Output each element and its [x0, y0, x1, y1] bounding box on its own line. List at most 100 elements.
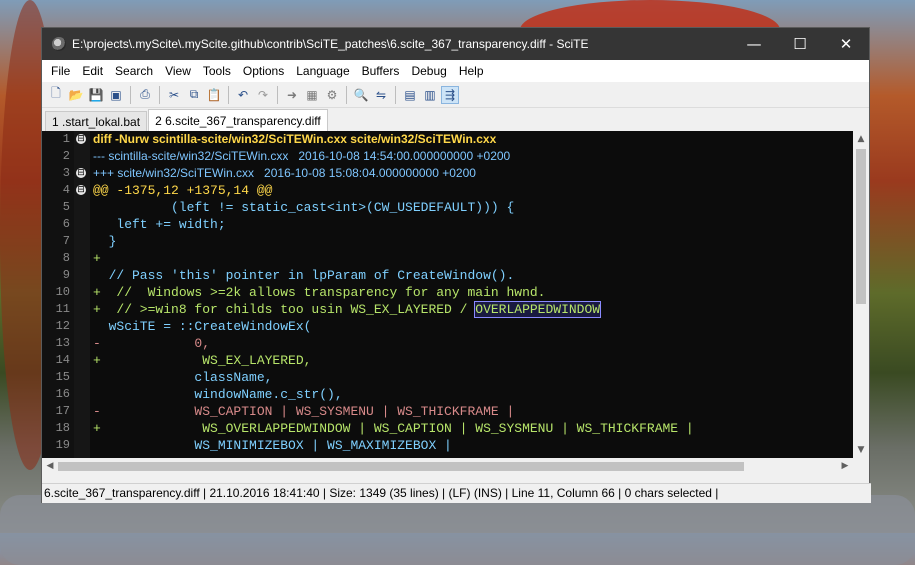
open-file-icon[interactable]: 📂 [67, 86, 85, 104]
code-text: - 0, [93, 335, 210, 352]
replace-icon[interactable]: ⇋ [372, 86, 390, 104]
vertical-scroll-thumb[interactable] [856, 149, 866, 304]
copy-icon[interactable]: ⧉ [185, 86, 203, 104]
code-line[interactable]: 16 windowName.c_str(), [42, 386, 853, 403]
code-line[interactable]: 3 ⊟ +++ scite/win32/SciTEWin.cxx 2016-10-0… [42, 165, 853, 182]
fold-marker-icon[interactable]: ⊟ [76, 168, 86, 178]
code-text: + WS_EX_LAYERED, [93, 352, 311, 369]
save-icon[interactable]: 💾 [87, 86, 105, 104]
vertical-scrollbar[interactable]: ▲ ▼ [853, 131, 869, 458]
go-icon[interactable]: ⚙ [323, 86, 341, 104]
save-all-icon[interactable]: ▣ [107, 86, 125, 104]
code-line[interactable]: 7 } [42, 233, 853, 250]
code-text-content: windowName.c_str(), [93, 387, 343, 402]
scroll-up-arrow[interactable]: ▲ [853, 131, 869, 147]
code-line[interactable]: 8 + [42, 250, 853, 267]
code-line[interactable]: 17 - WS_CAPTION | WS_SYSMENU | WS_THICKFR… [42, 403, 853, 420]
code-text-content: wSciTE = ::CreateWindowEx( [93, 319, 312, 334]
code-text: // Pass 'this' pointer in lpParam of Cre… [93, 267, 515, 284]
code-line[interactable]: 19 WS_MINIMIZEBOX | WS_MAXIMIZEBOX | [42, 437, 853, 454]
scroll-left-arrow[interactable]: ◀ [42, 458, 58, 475]
close-button[interactable]: ✕ [823, 28, 869, 60]
code-text: windowName.c_str(), [93, 386, 343, 403]
code-line[interactable]: 11 + // >=win8 for childs too usin WS_EX_… [42, 301, 853, 318]
horizontal-scroll-thumb[interactable] [58, 462, 744, 471]
tab-start-lokal[interactable]: 1 .start_lokal.bat [45, 111, 148, 132]
cut-icon[interactable]: ✂ [165, 86, 183, 104]
horizontal-scrollbar[interactable]: ◀ ▶ [42, 458, 869, 475]
new-file-icon[interactable]: 🗋 [47, 86, 65, 104]
menu-debug[interactable]: Debug [405, 64, 452, 78]
toolbar-separator [159, 85, 160, 104]
build-icon[interactable]: ▦ [303, 86, 321, 104]
fold-marker-icon[interactable]: ⊟ [76, 185, 86, 195]
toolbar-separator [346, 85, 347, 104]
menu-edit[interactable]: Edit [76, 64, 109, 78]
menu-tools[interactable]: Tools [197, 64, 237, 78]
compile-icon[interactable]: ➜ [283, 86, 301, 104]
line-number: 17 [55, 404, 70, 418]
line-number: 6 [62, 217, 70, 231]
line-number: 4 [62, 183, 70, 197]
code-line[interactable]: 18 + WS_OVERLAPPEDWINDOW | WS_CAPTION | W… [42, 420, 853, 437]
scite-app-icon[interactable] [52, 37, 66, 51]
line-number: 2 [62, 149, 70, 163]
line-number: 7 [62, 234, 70, 248]
toolbar-separator [277, 85, 278, 104]
menu-language[interactable]: Language [290, 64, 355, 78]
tab-transparency-diff[interactable]: 2 6.scite_367_transparency.diff [148, 109, 328, 132]
code-line[interactable]: 15 className, [42, 369, 853, 386]
code-text-content: --- scintilla-scite/win32/SciTEWin.cxx 2… [93, 149, 511, 163]
toolbar-separator [228, 85, 229, 104]
line-number: 3 [62, 166, 70, 180]
code-line[interactable]: 1 ⊟ diff -Nurw scintilla-scite/win32/SciTE… [42, 131, 853, 148]
code-line[interactable]: 10 + // Windows >=2k allows transparency … [42, 284, 853, 301]
code-text-content: } [93, 234, 117, 249]
code-text-content: (left != static_cast<int>(CW_USEDEFAULT)… [93, 200, 515, 215]
split-view-icon[interactable]: ▥ [421, 86, 439, 104]
code-line[interactable]: 14 + WS_EX_LAYERED, [42, 352, 853, 369]
print-icon[interactable]: ⎙ [136, 86, 154, 104]
paste-icon[interactable]: 📋 [205, 86, 223, 104]
code-text: --- scintilla-scite/win32/SciTEWin.cxx 2… [93, 148, 510, 165]
maximize-button[interactable]: ☐ [777, 28, 823, 60]
code-text-content: className, [93, 370, 273, 385]
undo-icon[interactable]: ↶ [234, 86, 252, 104]
menu-view[interactable]: View [159, 64, 197, 78]
wrap-icon[interactable]: ⇶ [441, 85, 459, 104]
toggle-output-icon[interactable]: ▤ [401, 86, 419, 104]
code-text-content: - WS_CAPTION | WS_SYSMENU | WS_THICKFRAM… [93, 404, 515, 419]
scroll-right-arrow[interactable]: ▶ [837, 458, 853, 475]
code-line[interactable]: 4 ⊟ @@ -1375,12 +1375,14 @@ [42, 182, 853, 199]
code-text-content: + // >=win8 for childs too usin WS_EX_LA… [93, 302, 476, 317]
code-text-content: diff -Nurw scintilla-scite/win32/SciTEWi… [93, 132, 497, 146]
code-lines[interactable]: 1 ⊟ diff -Nurw scintilla-scite/win32/SciTE… [42, 131, 853, 454]
code-text: + // Windows >=2k allows transparency fo… [93, 284, 545, 301]
buffer-tabs: 1 .start_lokal.bat 2 6.scite_367_transpa… [42, 108, 869, 132]
code-line[interactable]: 12 wSciTE = ::CreateWindowEx( [42, 318, 853, 335]
title-bar[interactable]: E:\projects\.myScite\.myScite.github\con… [42, 28, 869, 60]
scroll-down-arrow[interactable]: ▼ [853, 442, 869, 458]
fold-marker-icon[interactable]: ⊟ [76, 134, 86, 144]
redo-icon[interactable]: ↷ [254, 86, 272, 104]
code-line[interactable]: 9 // Pass 'this' pointer in lpParam of C… [42, 267, 853, 284]
editor-pane[interactable]: 1 ⊟ diff -Nurw scintilla-scite/win32/SciTE… [42, 131, 869, 458]
code-line[interactable]: 6 left += width; [42, 216, 853, 233]
menu-search[interactable]: Search [109, 64, 159, 78]
code-line[interactable]: 13 - 0, [42, 335, 853, 352]
search-highlight: OVERLAPPEDWINDOW [474, 301, 602, 318]
menu-buffers[interactable]: Buffers [356, 64, 406, 78]
code-text-content: + WS_OVERLAPPEDWINDOW | WS_CAPTION | WS_… [93, 421, 694, 436]
code-line[interactable]: 2 --- scintilla-scite/win32/SciTEWin.cxx … [42, 148, 853, 165]
line-number: 5 [62, 200, 70, 214]
menu-help[interactable]: Help [453, 64, 490, 78]
find-icon[interactable]: 🔍 [352, 86, 370, 104]
minimize-button[interactable]: — [731, 28, 777, 60]
menu-file[interactable]: File [45, 64, 76, 78]
code-text: WS_MINIMIZEBOX | WS_MAXIMIZEBOX | [93, 437, 451, 454]
menu-bar: File Edit Search View Tools Options Lang… [42, 60, 869, 82]
menu-options[interactable]: Options [237, 64, 290, 78]
code-line[interactable]: 5 (left != static_cast<int>(CW_USEDEFAUL… [42, 199, 853, 216]
code-text: } [93, 233, 117, 250]
line-number: 1 [62, 132, 70, 146]
